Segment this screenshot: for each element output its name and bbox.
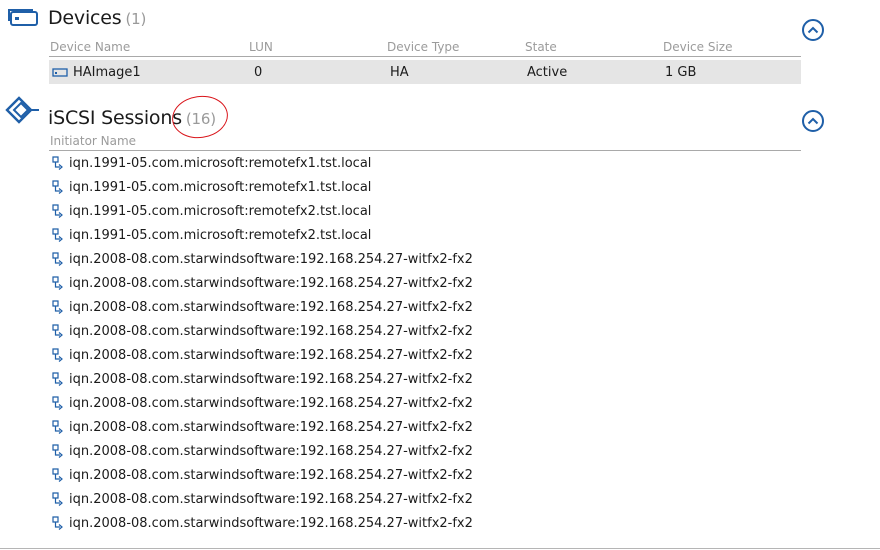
sessions-collapse-button[interactable]	[802, 110, 824, 132]
session-link-icon	[52, 372, 63, 386]
session-link-icon	[52, 516, 63, 530]
initiator-name: iqn.2008-08.com.starwindsoftware:192.168…	[69, 347, 473, 363]
devices-header-divider	[49, 56, 801, 57]
bottom-divider	[0, 548, 880, 549]
session-row[interactable]: iqn.2008-08.com.starwindsoftware:192.168…	[51, 297, 473, 317]
session-link-icon	[52, 252, 63, 266]
session-row[interactable]: iqn.2008-08.com.starwindsoftware:192.168…	[51, 441, 473, 461]
device-state: Active	[527, 65, 568, 80]
session-link-icon	[52, 228, 63, 242]
column-header-device-size[interactable]: Device Size	[663, 40, 733, 54]
device-lun: 0	[254, 65, 263, 80]
device-size: 1 GB	[665, 65, 697, 80]
initiator-name: iqn.2008-08.com.starwindsoftware:192.168…	[69, 515, 473, 531]
sessions-title: iSCSI Sessions	[48, 107, 182, 129]
red-circle-annotation	[169, 92, 231, 142]
session-row[interactable]: iqn.2008-08.com.starwindsoftware:192.168…	[51, 345, 473, 365]
session-link-icon	[52, 276, 63, 290]
initiator-name: iqn.1991-05.com.microsoft:remotefx2.tst.…	[69, 203, 372, 219]
session-link-icon	[52, 300, 63, 314]
session-row[interactable]: iqn.2008-08.com.starwindsoftware:192.168…	[51, 465, 473, 485]
initiator-name: iqn.2008-08.com.starwindsoftware:192.168…	[69, 395, 473, 411]
initiator-name: iqn.2008-08.com.starwindsoftware:192.168…	[69, 371, 473, 387]
initiator-name: iqn.1991-05.com.microsoft:remotefx1.tst.…	[69, 179, 372, 195]
session-row[interactable]: iqn.2008-08.com.starwindsoftware:192.168…	[51, 321, 473, 341]
session-link-icon	[52, 396, 63, 410]
session-link-icon	[52, 420, 63, 434]
initiator-name: iqn.2008-08.com.starwindsoftware:192.168…	[69, 251, 473, 267]
initiator-name: iqn.2008-08.com.starwindsoftware:192.168…	[69, 275, 473, 291]
devices-title: Devices	[48, 7, 122, 29]
device-icon	[52, 68, 68, 77]
session-row[interactable]: iqn.2008-08.com.starwindsoftware:192.168…	[51, 249, 473, 269]
initiator-name: iqn.1991-05.com.microsoft:remotefx2.tst.…	[69, 227, 372, 243]
device-name: HAImage1	[73, 65, 141, 80]
session-row[interactable]: iqn.1991-05.com.microsoft:remotefx2.tst.…	[51, 201, 371, 221]
session-link-icon	[52, 156, 63, 170]
session-row[interactable]: iqn.2008-08.com.starwindsoftware:192.168…	[51, 417, 473, 437]
session-link-icon	[52, 324, 63, 338]
session-link-icon	[52, 180, 63, 194]
session-row[interactable]: iqn.1991-05.com.microsoft:remotefx1.tst.…	[51, 177, 371, 197]
iscsi-sessions-icon	[5, 96, 41, 128]
column-header-state[interactable]: State	[525, 40, 557, 54]
initiator-name: iqn.2008-08.com.starwindsoftware:192.168…	[69, 419, 473, 435]
session-link-icon	[52, 492, 63, 506]
session-row[interactable]: iqn.2008-08.com.starwindsoftware:192.168…	[51, 489, 473, 509]
initiator-name: iqn.2008-08.com.starwindsoftware:192.168…	[69, 443, 473, 459]
device-row[interactable]: HAImage1 0 HA Active 1 GB	[49, 60, 801, 84]
initiator-name: iqn.2008-08.com.starwindsoftware:192.168…	[69, 323, 473, 339]
device-type: HA	[390, 65, 409, 80]
session-row[interactable]: iqn.1991-05.com.microsoft:remotefx1.tst.…	[51, 153, 371, 173]
devices-icon	[7, 9, 39, 31]
initiator-name: iqn.2008-08.com.starwindsoftware:192.168…	[69, 299, 473, 315]
initiator-name: iqn.2008-08.com.starwindsoftware:192.168…	[69, 491, 473, 507]
sessions-header-divider	[49, 150, 801, 151]
session-link-icon	[52, 204, 63, 218]
devices-count: (1)	[125, 10, 147, 28]
devices-section-title: Devices (1)	[48, 7, 146, 29]
session-row[interactable]: iqn.2008-08.com.starwindsoftware:192.168…	[51, 369, 473, 389]
session-row[interactable]: iqn.1991-05.com.microsoft:remotefx2.tst.…	[51, 225, 371, 245]
session-link-icon	[52, 348, 63, 362]
column-header-device-name[interactable]: Device Name	[50, 40, 130, 54]
session-row[interactable]: iqn.2008-08.com.starwindsoftware:192.168…	[51, 513, 473, 533]
session-link-icon	[52, 444, 63, 458]
session-row[interactable]: iqn.2008-08.com.starwindsoftware:192.168…	[51, 273, 473, 293]
chevron-up-icon	[807, 117, 819, 125]
initiator-name: iqn.1991-05.com.microsoft:remotefx1.tst.…	[69, 155, 372, 171]
column-header-initiator-name[interactable]: Initiator Name	[50, 134, 136, 148]
session-link-icon	[52, 468, 63, 482]
chevron-up-icon	[807, 26, 819, 34]
session-row[interactable]: iqn.2008-08.com.starwindsoftware:192.168…	[51, 393, 473, 413]
column-header-lun[interactable]: LUN	[249, 40, 273, 54]
devices-collapse-button[interactable]	[802, 19, 824, 41]
initiator-name: iqn.2008-08.com.starwindsoftware:192.168…	[69, 467, 473, 483]
column-header-device-type[interactable]: Device Type	[387, 40, 459, 54]
